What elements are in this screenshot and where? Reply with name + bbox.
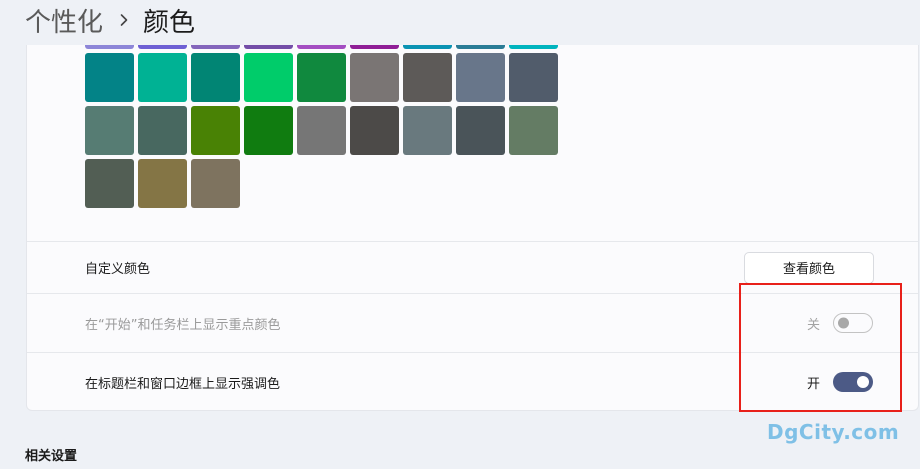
color-swatch[interactable] (350, 106, 399, 155)
color-swatch[interactable] (138, 53, 187, 102)
toggle-knob (838, 317, 849, 329)
color-swatch[interactable] (297, 106, 346, 155)
color-swatch[interactable] (456, 53, 505, 102)
color-swatch[interactable] (403, 53, 452, 102)
color-swatch[interactable] (191, 53, 240, 102)
toggle-knob (857, 376, 869, 388)
page-title: 颜色 (143, 7, 196, 38)
color-swatch[interactable] (297, 45, 346, 49)
breadcrumb: 个性化 颜色 (25, 2, 195, 38)
color-swatch[interactable] (191, 159, 240, 208)
titlebar-accent-label: 在标题栏和窗口边框上显示强调色 (85, 376, 281, 392)
view-colors-button[interactable]: 查看颜色 (744, 251, 874, 284)
color-swatch[interactable] (85, 106, 134, 155)
start-taskbar-accent-state: 关 (807, 317, 821, 333)
color-swatch[interactable] (456, 45, 505, 49)
color-swatch[interactable] (509, 45, 558, 49)
color-swatch[interactable] (85, 53, 134, 102)
watermark: DgCity.com (767, 420, 900, 444)
color-swatch[interactable] (403, 45, 452, 49)
color-swatch[interactable] (456, 106, 505, 155)
custom-colors-row: 自定义颜色 查看颜色 (27, 241, 918, 293)
color-swatch[interactable] (350, 53, 399, 102)
color-swatch[interactable] (138, 45, 187, 49)
start-taskbar-accent-row: 在“开始”和任务栏上显示重点颜色 关 (27, 293, 918, 352)
color-swatch[interactable] (138, 159, 187, 208)
start-taskbar-accent-toggle[interactable] (833, 313, 873, 333)
titlebar-accent-state: 开 (807, 376, 821, 392)
color-swatch[interactable] (191, 106, 240, 155)
related-settings-heading: 相关设置 (25, 449, 78, 464)
color-swatch[interactable] (244, 53, 293, 102)
color-swatch[interactable] (85, 45, 134, 49)
colors-settings-card: 自定义颜色 查看颜色 在“开始”和任务栏上显示重点颜色 关 在标题栏和窗口边框上… (26, 45, 919, 411)
color-swatch[interactable] (85, 159, 134, 208)
color-swatch[interactable] (244, 106, 293, 155)
color-swatch[interactable] (138, 106, 187, 155)
color-swatch[interactable] (244, 45, 293, 49)
custom-colors-label: 自定义颜色 (85, 262, 151, 277)
color-swatch[interactable] (350, 45, 399, 49)
color-swatch[interactable] (509, 106, 558, 155)
start-taskbar-accent-label: 在“开始”和任务栏上显示重点颜色 (85, 317, 281, 333)
color-swatch[interactable] (191, 45, 240, 49)
titlebar-accent-row: 在标题栏和窗口边框上显示强调色 开 (27, 352, 918, 410)
chevron-right-icon (119, 13, 129, 27)
breadcrumb-parent-personalization[interactable]: 个性化 (25, 2, 103, 39)
color-swatch[interactable] (403, 106, 452, 155)
windows-colors-grid (27, 45, 918, 241)
color-swatch[interactable] (297, 53, 346, 102)
color-swatch[interactable] (509, 53, 558, 102)
titlebar-accent-toggle[interactable] (833, 372, 873, 392)
